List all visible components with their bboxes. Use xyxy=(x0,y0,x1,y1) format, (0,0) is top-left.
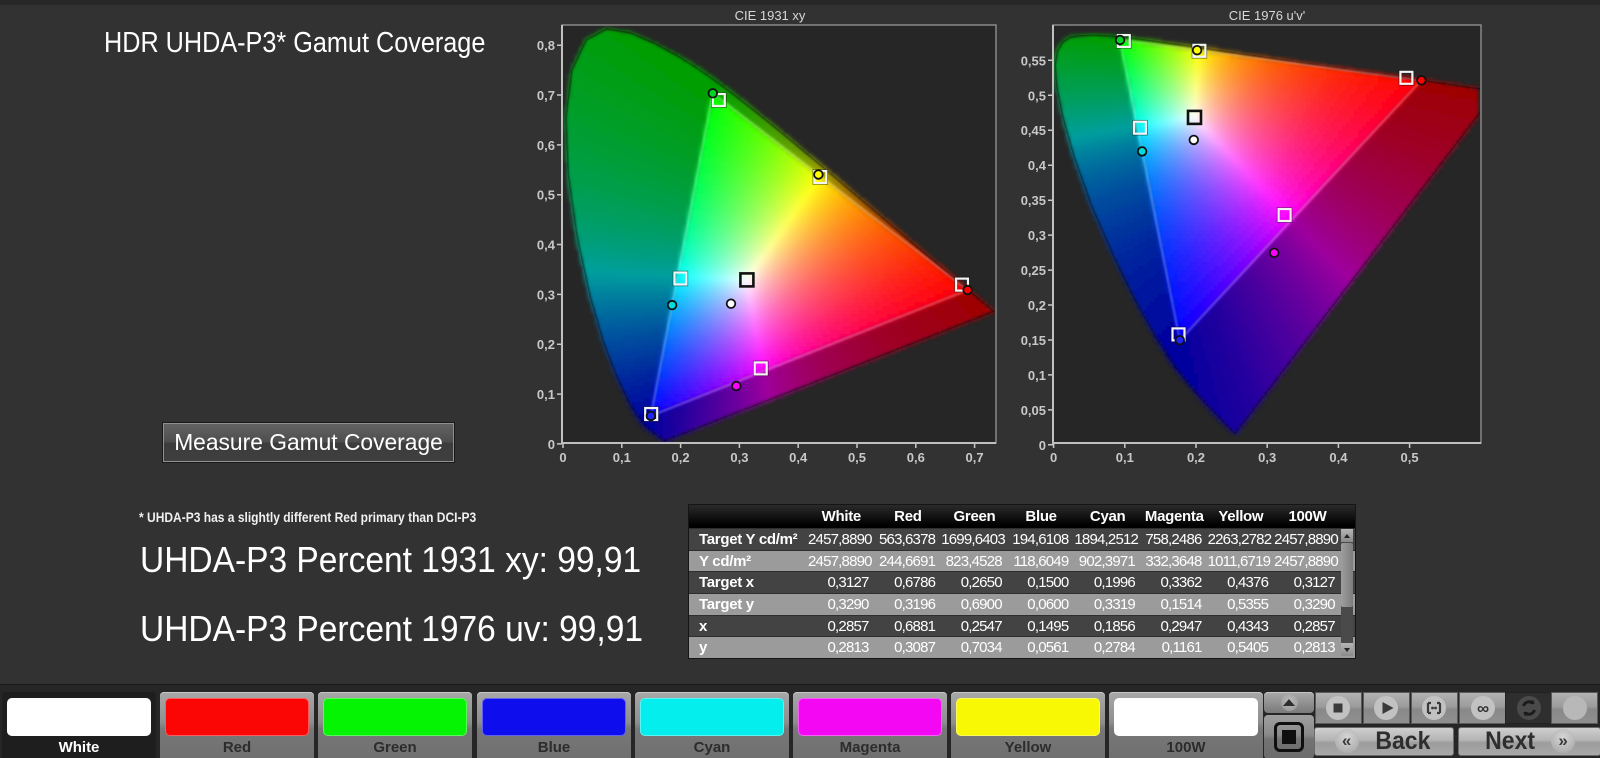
svg-text:0,3: 0,3 xyxy=(1258,450,1276,465)
svg-text:0,5: 0,5 xyxy=(848,450,866,465)
svg-text:0: 0 xyxy=(548,437,555,452)
svg-text:0,4: 0,4 xyxy=(1028,158,1047,173)
svg-text:0,4: 0,4 xyxy=(537,238,556,253)
svg-text:0,55: 0,55 xyxy=(1021,53,1046,68)
svg-text:CIE 1931 xy: CIE 1931 xy xyxy=(735,8,806,23)
svg-text:0,25: 0,25 xyxy=(1021,263,1046,278)
svg-text:0,2: 0,2 xyxy=(672,450,690,465)
svg-text:0,2: 0,2 xyxy=(1028,298,1046,313)
svg-text:0,5: 0,5 xyxy=(1401,450,1419,465)
svg-text:0,35: 0,35 xyxy=(1021,193,1046,208)
svg-text:0,2: 0,2 xyxy=(1187,450,1205,465)
svg-text:0,5: 0,5 xyxy=(537,188,555,203)
svg-text:0,7: 0,7 xyxy=(966,450,984,465)
svg-text:CIE 1976 u'v': CIE 1976 u'v' xyxy=(1229,8,1306,23)
svg-text:0,3: 0,3 xyxy=(1028,228,1046,243)
svg-text:0,15: 0,15 xyxy=(1021,333,1046,348)
svg-text:0,4: 0,4 xyxy=(1329,450,1348,465)
svg-text:0,45: 0,45 xyxy=(1021,123,1046,138)
svg-text:0,1: 0,1 xyxy=(537,387,555,402)
svg-text:0,3: 0,3 xyxy=(730,450,748,465)
svg-text:0,05: 0,05 xyxy=(1021,403,1046,418)
svg-text:0: 0 xyxy=(1050,450,1057,465)
svg-text:0,2: 0,2 xyxy=(537,337,555,352)
svg-text:0,5: 0,5 xyxy=(1028,88,1046,103)
svg-text:0,4: 0,4 xyxy=(789,450,808,465)
svg-text:∞: ∞ xyxy=(1476,699,1488,718)
svg-text:0,6: 0,6 xyxy=(907,450,925,465)
svg-text:0,7: 0,7 xyxy=(537,88,555,103)
svg-text:0: 0 xyxy=(559,450,566,465)
svg-text:0,6: 0,6 xyxy=(537,138,555,153)
svg-text:0,1: 0,1 xyxy=(613,450,631,465)
svg-text:0,1: 0,1 xyxy=(1116,450,1134,465)
svg-text:0,1: 0,1 xyxy=(1028,368,1046,383)
svg-text:0,3: 0,3 xyxy=(537,287,555,302)
svg-text:0,8: 0,8 xyxy=(537,38,555,53)
svg-text:0: 0 xyxy=(1039,438,1046,453)
